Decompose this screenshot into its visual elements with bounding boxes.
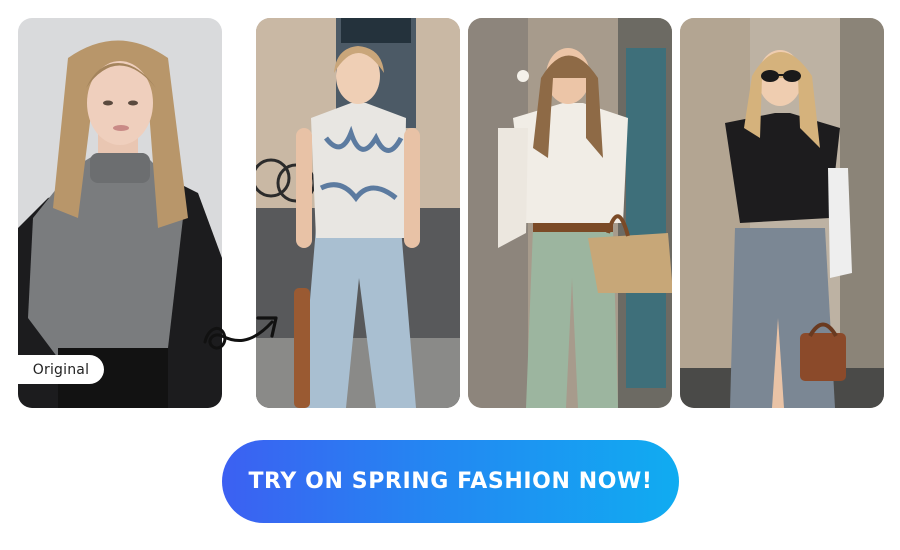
original-photo — [18, 18, 222, 408]
curly-arrow-icon — [203, 316, 278, 350]
look-2-photo-image — [468, 18, 672, 408]
look-2-photo — [468, 18, 672, 408]
try-on-spring-fashion-button[interactable]: TRY ON SPRING FASHION NOW! — [222, 440, 679, 523]
look-1-photo — [256, 18, 460, 408]
original-badge: Original — [18, 355, 104, 384]
look-3-photo-image — [680, 18, 884, 408]
look-1-photo-image — [256, 18, 460, 408]
original-photo-image — [18, 18, 222, 408]
look-3-photo — [680, 18, 884, 408]
